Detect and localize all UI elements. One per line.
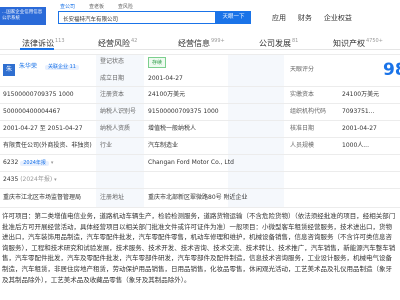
taxpayer-id-value: 91500000709375 1000 xyxy=(148,108,219,115)
count-year: (2024年报) xyxy=(20,176,53,183)
row-divider xyxy=(0,120,400,121)
legal-rep-avatar[interactable]: 朱 xyxy=(3,64,15,76)
business-scope-text: 许可项目：第二类增值电信业务，道路机动车辆生产，检验检测服务，道路货物运输（不含… xyxy=(2,212,396,284)
related-companies-badge: 关联企业 11 xyxy=(45,65,79,70)
row-divider xyxy=(0,171,400,172)
address-value[interactable]: 重庆市北部新区翠微路80号 附近企业 xyxy=(148,195,248,201)
insured-count-value: 6232 2024年报 ▾ xyxy=(3,160,53,166)
search-tab-boss[interactable]: 查老板 xyxy=(89,3,104,10)
industry-value: 汽车制造业 xyxy=(148,142,179,149)
section-tabs: 法律诉讼113 经营风险42 经营信息999+ 公司发展81 知识产权4750+ xyxy=(0,32,400,50)
row-divider xyxy=(0,207,400,208)
top-header: ...国家企业信用信息公示系统 查公司 查老板 查风险 长安福特汽车有限公司 天… xyxy=(0,0,400,32)
org-code-label: 组织机构代码 xyxy=(290,108,327,115)
founded-value: 2001-04-27 xyxy=(148,75,183,82)
count-value: 2435 (2024年报) ▾ xyxy=(3,177,57,183)
score-label: 天眼评分 xyxy=(290,66,315,73)
tab-operation-count: 999+ xyxy=(211,38,225,45)
reg-no-value: 500000400004467 xyxy=(3,108,61,115)
tab-legal-count: 113 xyxy=(55,38,65,45)
row-divider xyxy=(0,188,400,189)
tab-development[interactable]: 公司发展81 xyxy=(259,38,298,49)
approve-date-label: 核准日期 xyxy=(290,125,315,132)
credit-code-value: 91500000709375 1000 xyxy=(3,91,74,98)
site-logo[interactable]: ...国家企业信用信息公示系统 xyxy=(0,7,46,25)
reg-status-badge: 存续 xyxy=(148,57,167,68)
tab-risk[interactable]: 经营风险42 xyxy=(98,38,137,49)
search-tab-risk[interactable]: 查风险 xyxy=(118,3,133,10)
insured-count-number: 6232 xyxy=(3,159,19,166)
legal-rep-related[interactable]: 关联企业 11 xyxy=(45,64,79,70)
chevron-down-icon[interactable]: ▾ xyxy=(51,160,54,166)
tab-ip-count: 4750+ xyxy=(366,38,383,45)
reg-status-label: 登记状态 xyxy=(100,58,125,65)
tab-ip-label: 知识产权 xyxy=(333,39,365,48)
header-nav: 应用 财务 企业权益 xyxy=(272,13,362,23)
tab-risk-count: 42 xyxy=(131,38,138,45)
insured-year-badge[interactable]: 2024年报 xyxy=(20,161,49,166)
count-number: 2435 xyxy=(3,176,19,183)
nav-finance[interactable]: 财务 xyxy=(298,13,312,23)
tab-legal-label: 法律诉讼 xyxy=(22,39,54,48)
taxpayer-qualification-label: 纳税人资质 xyxy=(100,125,131,132)
industry-label: 行业 xyxy=(100,142,113,149)
business-term-value: 2001-04-27 至 2051-04-27 xyxy=(3,125,83,132)
row-divider xyxy=(0,54,400,55)
english-name-value: Changan Ford Motor Co., Ltd xyxy=(148,159,234,166)
tab-operation[interactable]: 经营信息999+ xyxy=(178,38,225,49)
search-input[interactable]: 长安福特汽车有限公司 xyxy=(58,11,216,24)
tab-operation-label: 经营信息 xyxy=(178,39,210,48)
chevron-down-icon[interactable]: ▾ xyxy=(54,177,57,183)
search-tab-company[interactable]: 查公司 xyxy=(60,3,75,10)
tab-ip[interactable]: 知识产权4750+ xyxy=(333,38,383,49)
address-label: 注册地址 xyxy=(100,194,125,201)
org-code-value: 7093751... xyxy=(342,108,375,115)
tab-development-label: 公司发展 xyxy=(259,39,291,48)
tab-development-count: 81 xyxy=(292,38,299,45)
approve-date-value: 2001-04-27 xyxy=(342,125,377,132)
paid-capital-value: 24100万美元 xyxy=(342,91,380,98)
search-type-tabs: 查公司 查老板 查风险 xyxy=(60,3,145,10)
taxpayer-qualification-value: 增值税一般纳税人 xyxy=(148,125,197,132)
nav-equity[interactable]: 企业权益 xyxy=(324,13,352,23)
legal-rep-name[interactable]: 朱华荣 xyxy=(19,64,37,70)
registration-authority-value: 重庆市江北区市场监督管理局 xyxy=(3,194,82,201)
paid-capital-label: 实缴资本 xyxy=(290,91,315,98)
score-value[interactable]: 98 xyxy=(383,60,400,80)
founded-label: 成立日期 xyxy=(100,75,125,82)
capital-label: 注册资本 xyxy=(100,91,125,98)
nav-apps[interactable]: 应用 xyxy=(272,13,286,23)
active-tab-indicator xyxy=(20,48,54,50)
row-divider xyxy=(0,103,400,104)
capital-value: 24100万美元 xyxy=(148,91,186,98)
tab-risk-label: 经营风险 xyxy=(98,39,130,48)
label-column-2 xyxy=(228,54,284,207)
staff-size-label: 人员规模 xyxy=(290,142,315,149)
taxpayer-id-label: 纳税人识别号 xyxy=(100,108,137,115)
company-type-value: 有限责任公司(外商投资、非独资) xyxy=(3,142,92,149)
row-divider xyxy=(0,86,400,87)
row-divider xyxy=(0,154,400,155)
row-divider xyxy=(0,137,400,138)
staff-size-value: 1000人... xyxy=(342,142,369,149)
search-button[interactable]: 天眼一下 xyxy=(216,11,251,24)
